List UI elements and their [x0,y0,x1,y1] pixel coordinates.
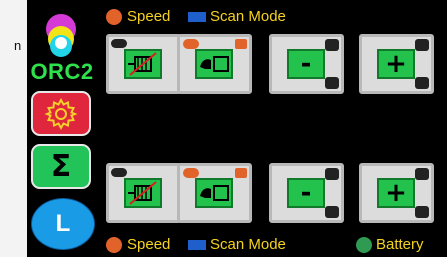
status-led [325,206,339,218]
motor-jog-icon [200,185,229,201]
l-button[interactable]: L [31,198,95,250]
rgb-logo-icon [46,14,76,57]
motor-disabled-icon [128,181,157,205]
minus-face: - [287,178,325,208]
bottom-status-bar: Speed Scan Mode Battery [100,236,445,254]
minus-face: - [287,49,325,79]
gear-icon [44,97,78,130]
motor-jog-button-2[interactable] [177,163,252,223]
sidebar: ORC2 Σ L [27,0,97,257]
status-led [235,168,247,178]
edge-text: n [14,38,22,53]
status-led [111,39,127,48]
minus-button-1[interactable]: - [269,34,344,94]
plus-button-1[interactable]: + [359,34,434,94]
motor-jog-button-1[interactable] [177,34,252,94]
plus-label: + [385,178,407,208]
plus-label: + [385,49,407,79]
minus-label: - [300,49,312,79]
status-led [415,39,429,51]
sum-button[interactable]: Σ [31,144,91,189]
motor-disabled-icon [128,52,157,76]
brand-label: ORC2 [30,59,94,84]
status-led [325,168,339,180]
scan-mode-indicator-icon [188,12,206,22]
battery-label: Battery [376,236,424,253]
motor-off-button-1[interactable] [106,34,181,94]
minus-label: - [300,178,312,208]
scan-mode-indicator-icon [188,240,206,250]
status-led [111,168,127,177]
minus-button-2[interactable]: - [269,163,344,223]
top-status-bar: Speed Scan Mode [100,8,445,26]
l-label: L [55,210,71,237]
speed-label: Speed [127,8,171,25]
motor-off-button-2[interactable] [106,163,181,223]
status-led [183,39,199,49]
control-panel: ORC2 Σ L Speed Scan Mode - + - + Speed S… [27,0,447,257]
plus-face: + [377,178,415,208]
status-led [325,77,339,89]
battery-indicator-icon [356,237,372,253]
plus-button-2[interactable]: + [359,163,434,223]
status-led [415,77,429,89]
status-led [415,168,429,180]
speed-indicator-icon [106,237,122,253]
motor-jog-face [195,49,233,79]
status-led [235,39,247,49]
status-led [183,168,199,178]
plus-face: + [377,49,415,79]
sum-label: Σ [50,149,72,184]
motor-off-face [124,49,162,79]
motor-jog-icon [200,56,229,72]
speed-indicator-icon [106,9,122,25]
motor-off-face [124,178,162,208]
scan-mode-label: Scan Mode [210,236,286,253]
status-led [325,39,339,51]
motor-jog-face [195,178,233,208]
speed-label: Speed [127,236,171,253]
settings-button[interactable] [31,91,91,136]
status-led [415,206,429,218]
scan-mode-label: Scan Mode [210,8,286,25]
